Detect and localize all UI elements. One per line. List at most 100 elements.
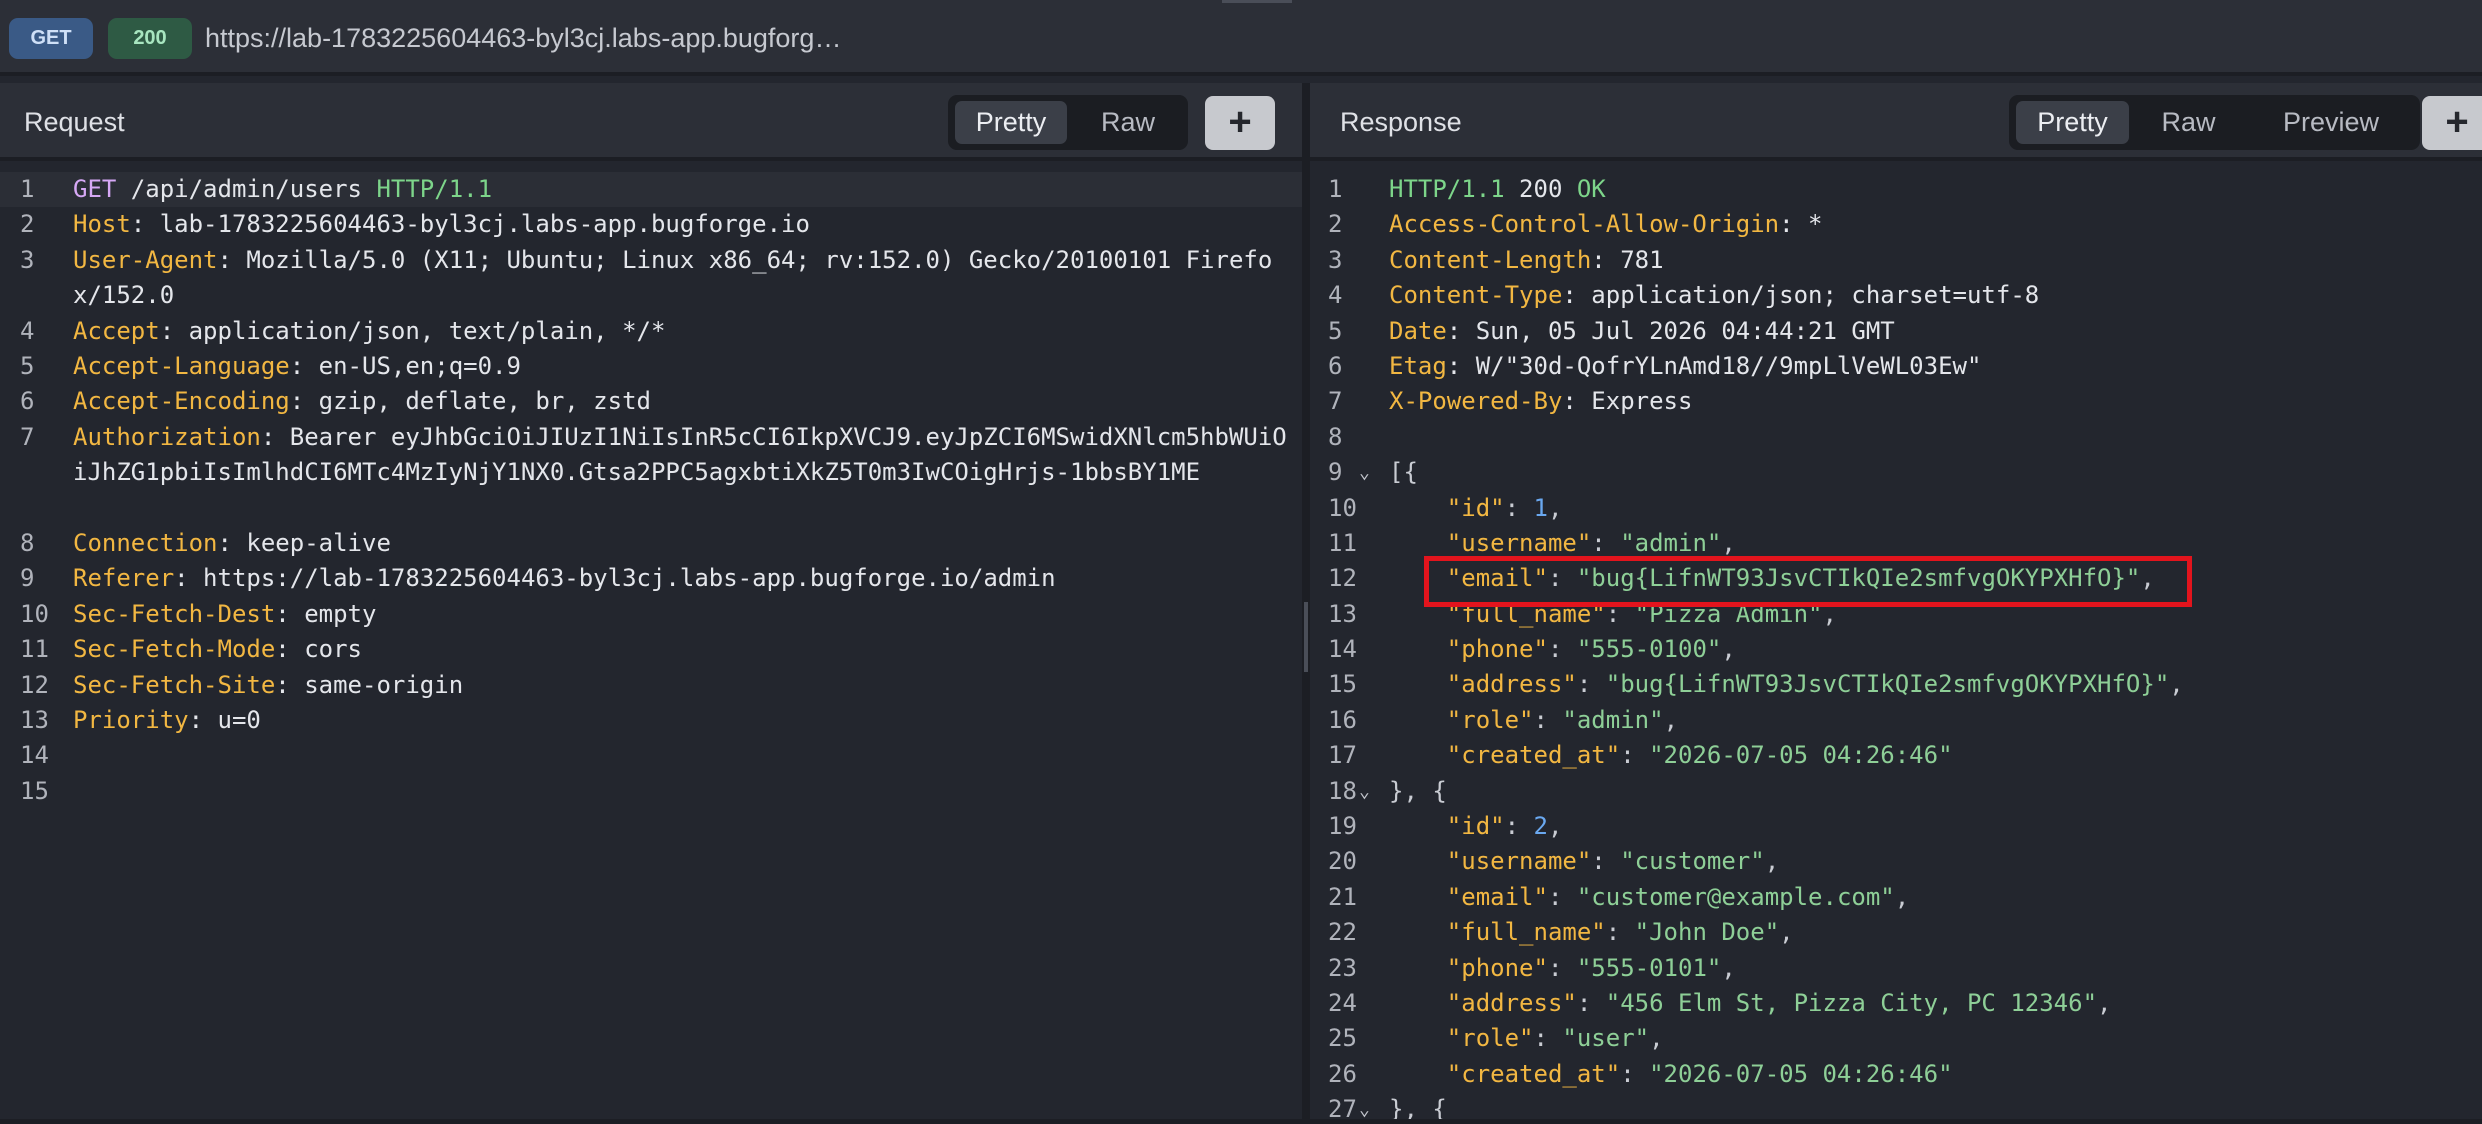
code-token: 200: [1504, 175, 1577, 203]
code-token: ,: [2169, 670, 2184, 699]
code-token: : Mozilla/5.0 (X11; Ubuntu; Linux x86_64…: [73, 245, 1273, 310]
code-token: : Sun, 05 Jul 2026 04:44:21 GMT: [1446, 316, 1895, 345]
code-token: "admin": [1620, 528, 1722, 557]
code-token: "id": [1446, 493, 1505, 522]
method-badge: GET: [9, 18, 93, 59]
request-line: 10 Sec-Fetch-Dest: empty: [0, 597, 1302, 632]
request-tab-pretty[interactable]: Pretty: [955, 101, 1067, 144]
code-token: Accept-Language: [73, 351, 290, 380]
code-token: : W/"30d-QofrYLnAmd18//9mpLlVeWL03Ew": [1446, 351, 1982, 380]
code-token: : empty: [275, 599, 377, 628]
code-token: GET: [73, 175, 117, 203]
code-token: Sec-Fetch-Site: [73, 670, 276, 699]
code-token: :: [1605, 918, 1635, 947]
code-token: "phone": [1446, 635, 1548, 664]
status-badge: 200: [108, 18, 192, 59]
code-token: HTTP/1.1: [376, 175, 493, 203]
line-number: 13: [20, 705, 49, 734]
line-number: 10: [1328, 493, 1357, 522]
response-pane-title: Response: [1340, 107, 1462, 137]
code-text: User-Agent: Mozilla/5.0 (X11; Ubuntu; Li…: [73, 243, 1290, 314]
line-number: 6: [1328, 351, 1343, 380]
code-token: Connection: [73, 528, 218, 557]
code-token: ,: [1894, 882, 1910, 911]
code-text: Date: Sun, 05 Jul 2026 04:44:21 GMT: [1389, 314, 1895, 349]
code-text: "id": 1,: [1389, 491, 1563, 526]
code-token: Content-Type: [1389, 281, 1563, 310]
code-token: "id": [1446, 812, 1505, 841]
code-token: Host: [73, 210, 131, 239]
code-token: "username": [1446, 528, 1592, 557]
code-token: "address": [1446, 670, 1577, 699]
code-text: "phone": "555-0101",: [1389, 951, 1736, 986]
line-number: 13: [1328, 599, 1357, 628]
code-token: :: [1576, 988, 1606, 1017]
code-text: Referer: https://lab-1783225604463-byl3c…: [73, 561, 1290, 596]
line-number: 1: [20, 175, 35, 203]
line-number: 12: [20, 670, 49, 699]
line-number: 4: [20, 316, 35, 345]
code-text: GET /api/admin/users HTTP/1.1: [73, 172, 1290, 207]
line-number: 14: [1328, 635, 1357, 664]
request-tab-raw[interactable]: Raw: [1074, 101, 1182, 144]
line-number: 17: [1328, 741, 1357, 770]
code-text: "full_name": "John Doe",: [1389, 915, 1794, 950]
request-line: 2 Host: lab-1783225604463-byl3cj.labs-app…: [0, 207, 1302, 242]
request-line: 5 Accept-Language: en-US,en;q=0.9: [0, 349, 1302, 384]
code-token: : gzip, deflate, br, zstd: [289, 387, 651, 416]
line-number: 9: [20, 564, 35, 593]
request-line: 3 User-Agent: Mozilla/5.0 (X11; Ubuntu; L…: [0, 243, 1302, 314]
code-token: "role": [1446, 705, 1534, 734]
line-number: 23: [1328, 953, 1357, 982]
code-token: :: [1591, 847, 1621, 876]
line-number: 19: [1328, 812, 1357, 841]
code-token: ,: [1547, 812, 1563, 841]
line-number: 5: [20, 351, 35, 380]
code-token: "full_name": [1446, 918, 1606, 947]
request-url-bar: GET 200 https://lab-1783225604463-byl3cj…: [0, 0, 2482, 76]
window-drag-handle[interactable]: [1222, 0, 1292, 3]
line-number: 7: [1328, 387, 1343, 416]
chevron-down-icon[interactable]: ⌄: [1359, 774, 1370, 809]
pane-splitter-handle[interactable]: [1304, 602, 1308, 672]
code-token: "admin": [1562, 705, 1664, 734]
code-token: Accept-Encoding: [73, 387, 290, 416]
response-add-button[interactable]: +: [2422, 96, 2482, 150]
code-token: 2: [1533, 812, 1548, 841]
code-text: Priority: u=0: [73, 703, 1290, 738]
code-text: Sec-Fetch-Dest: empty: [73, 597, 1290, 632]
request-view-toggle: Pretty Raw: [948, 95, 1188, 150]
code-token: :: [1620, 1059, 1650, 1088]
code-text: "created_at": "2026-07-05 04:26:46": [1389, 1057, 1953, 1092]
line-number: 18: [1328, 776, 1357, 805]
code-token: : lab-1783225604463-byl3cj.labs-app.bugf…: [130, 210, 810, 239]
line-number: 11: [1328, 528, 1357, 557]
code-token: Date: [1389, 316, 1447, 345]
response-tab-raw[interactable]: Raw: [2136, 101, 2241, 144]
code-token: "user": [1562, 1024, 1650, 1053]
code-token: User-Agent: [73, 245, 218, 274]
request-url[interactable]: https://lab-1783225604463-byl3cj.labs-ap…: [205, 18, 841, 59]
code-token: Priority: [73, 705, 189, 734]
code-token: : application/json, text/plain, */*: [159, 316, 666, 345]
code-token: Access-Control-Allow-Origin: [1389, 210, 1780, 239]
request-editor[interactable]: 1 GET /api/admin/users HTTP/1.1 2 Host: lab…: [0, 172, 1302, 1124]
request-add-button[interactable]: +: [1205, 96, 1275, 150]
code-token: :: [1591, 528, 1621, 557]
line-number: 10: [20, 599, 49, 628]
request-line: 11 Sec-Fetch-Mode: cors: [0, 632, 1302, 667]
chevron-down-icon[interactable]: ⌄: [1359, 455, 1370, 490]
code-token: : en-US,en;q=0.9: [289, 351, 521, 380]
line-number: 15: [1328, 670, 1357, 699]
response-tab-preview[interactable]: Preview: [2247, 101, 2415, 144]
response-tab-pretty[interactable]: Pretty: [2016, 101, 2129, 144]
code-token: [{: [1389, 458, 1418, 487]
